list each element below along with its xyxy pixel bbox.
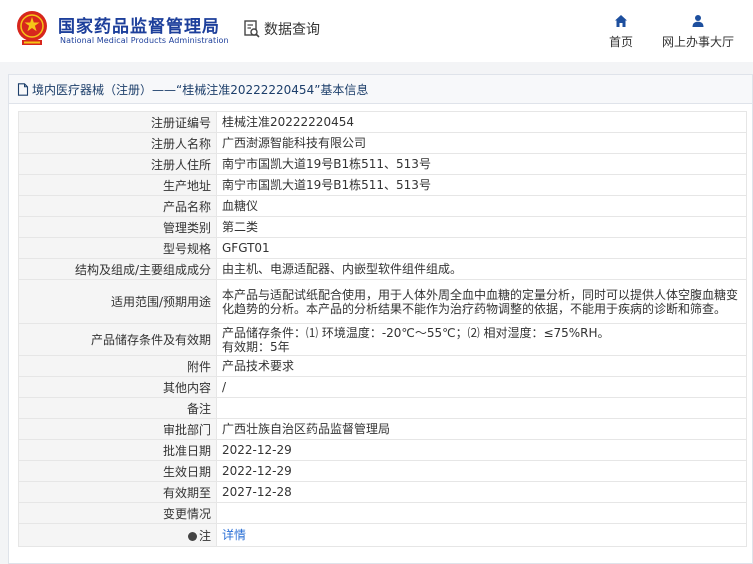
table-row: 备注 [18,397,747,419]
field-value-multiline: 产品储存条件：⑴ 环境温度：-20℃～55℃；⑵ 相对湿度：≤75%RH。 有效… [216,323,747,356]
field-label: 管理类别 [18,216,217,238]
note-bullet-icon [187,531,197,541]
field-label: 批准日期 [18,439,217,461]
field-label: 注 [198,528,211,543]
field-value: 本产品与适配试纸配合使用，用于人体外周全血中血糖的定量分析，同时可以提供人体空腹… [216,279,747,324]
person-icon [692,15,704,27]
nav-online-office-label: 网上办事大厅 [661,35,734,49]
field-value: 桂械注准20222220454 [216,111,747,133]
site-title[interactable]: 国家药品监督管理局 [58,12,220,37]
site-title-en: National Medical Products Administration [60,36,229,45]
field-value: 由主机、电源适配器、内嵌型软件组件组成。 [216,258,747,280]
site-header: 国家药品监督管理局 National Medical Products Admi… [0,0,753,62]
table-row: 其他内容 / [18,376,747,398]
note-label-cell: 注 [18,523,217,547]
field-label: 生产地址 [18,174,217,196]
document-icon [17,82,29,96]
nav-home[interactable]: 首页 [604,14,638,54]
field-value: 2022-12-29 [216,460,747,482]
nav-home-label: 首页 [608,35,633,49]
field-label: 生效日期 [18,460,217,482]
home-icon [615,15,627,27]
field-label: 审批部门 [18,418,217,440]
field-label: 型号规格 [18,237,217,259]
field-value: 产品技术要求 [216,355,747,377]
document-search-icon [244,20,260,38]
table-row: 结构及组成/主要组成成分 由主机、电源适配器、内嵌型软件组件组成。 [18,258,747,280]
table-row: 型号规格 GFGT01 [18,237,747,259]
field-label: 有效期至 [18,481,217,503]
field-label: 附件 [18,355,217,377]
details-link[interactable]: 详情 [222,528,246,542]
table-row: 注 详情 [18,523,747,547]
data-query-label: 数据查询 [264,22,320,38]
field-label: 注册人名称 [18,132,217,154]
field-value: 2027-12-28 [216,481,747,503]
field-label: 适用范围/预期用途 [18,279,217,324]
field-label: 产品储存条件及有效期 [18,323,217,356]
table-row: 产品储存条件及有效期 产品储存条件：⑴ 环境温度：-20℃～55℃；⑵ 相对湿度… [18,323,747,356]
field-label: 注册人住所 [18,153,217,175]
field-value [216,502,747,524]
field-value: GFGT01 [216,237,747,259]
table-row: 变更情况 [18,502,747,524]
table-row: 附件 产品技术要求 [18,355,747,377]
data-query-link[interactable]: 数据查询 [244,18,320,40]
field-value: 南宁市国凯大道19号B1栋511、513号 [216,153,747,175]
device-info-table: 注册证编号 桂械注准20222220454 注册人名称 广西澍源智能科技有限公司… [18,111,747,547]
field-label: 备注 [18,397,217,419]
field-value: 南宁市国凯大道19号B1栋511、513号 [216,174,747,196]
field-value [216,397,747,419]
storage-conditions: 产品储存条件：⑴ 环境温度：-20℃～55℃；⑵ 相对湿度：≤75%RH。 [222,325,610,340]
table-row: 注册人名称 广西澍源智能科技有限公司 [18,132,747,154]
table-row: 批准日期 2022-12-29 [18,439,747,461]
field-label: 注册证编号 [18,111,217,133]
table-row: 注册人住所 南宁市国凯大道19号B1栋511、513号 [18,153,747,175]
field-label: 结构及组成/主要组成成分 [18,258,217,280]
field-value: 血糖仪 [216,195,747,217]
field-label: 变更情况 [18,502,217,524]
field-value: 广西澍源智能科技有限公司 [216,132,747,154]
table-row: 适用范围/预期用途 本产品与适配试纸配合使用，用于人体外周全血中血糖的定量分析，… [18,279,747,324]
table-row: 审批部门 广西壮族自治区药品监督管理局 [18,418,747,440]
field-label: 产品名称 [18,195,217,217]
field-value: 广西壮族自治区药品监督管理局 [216,418,747,440]
field-value: 第二类 [216,216,747,238]
table-row: 管理类别 第二类 [18,216,747,238]
national-emblem-icon [17,11,47,45]
validity-period: 有效期：5年 [222,339,290,354]
table-row: 生产地址 南宁市国凯大道19号B1栋511、513号 [18,174,747,196]
field-value: / [216,376,747,398]
note-value-cell: 详情 [216,523,747,547]
panel-title-bar: 境内医疗器械（注册）——“桂械注准20222220454”基本信息 [8,74,753,104]
field-label: 其他内容 [18,376,217,398]
table-row: 注册证编号 桂械注准20222220454 [18,111,747,133]
table-row: 有效期至 2027-12-28 [18,481,747,503]
table-row: 产品名称 血糖仪 [18,195,747,217]
panel-title: 境内医疗器械（注册）——“桂械注准20222220454”基本信息 [32,82,369,97]
table-row: 生效日期 2022-12-29 [18,460,747,482]
field-value: 2022-12-29 [216,439,747,461]
nav-online-office[interactable]: 网上办事大厅 [660,14,736,54]
